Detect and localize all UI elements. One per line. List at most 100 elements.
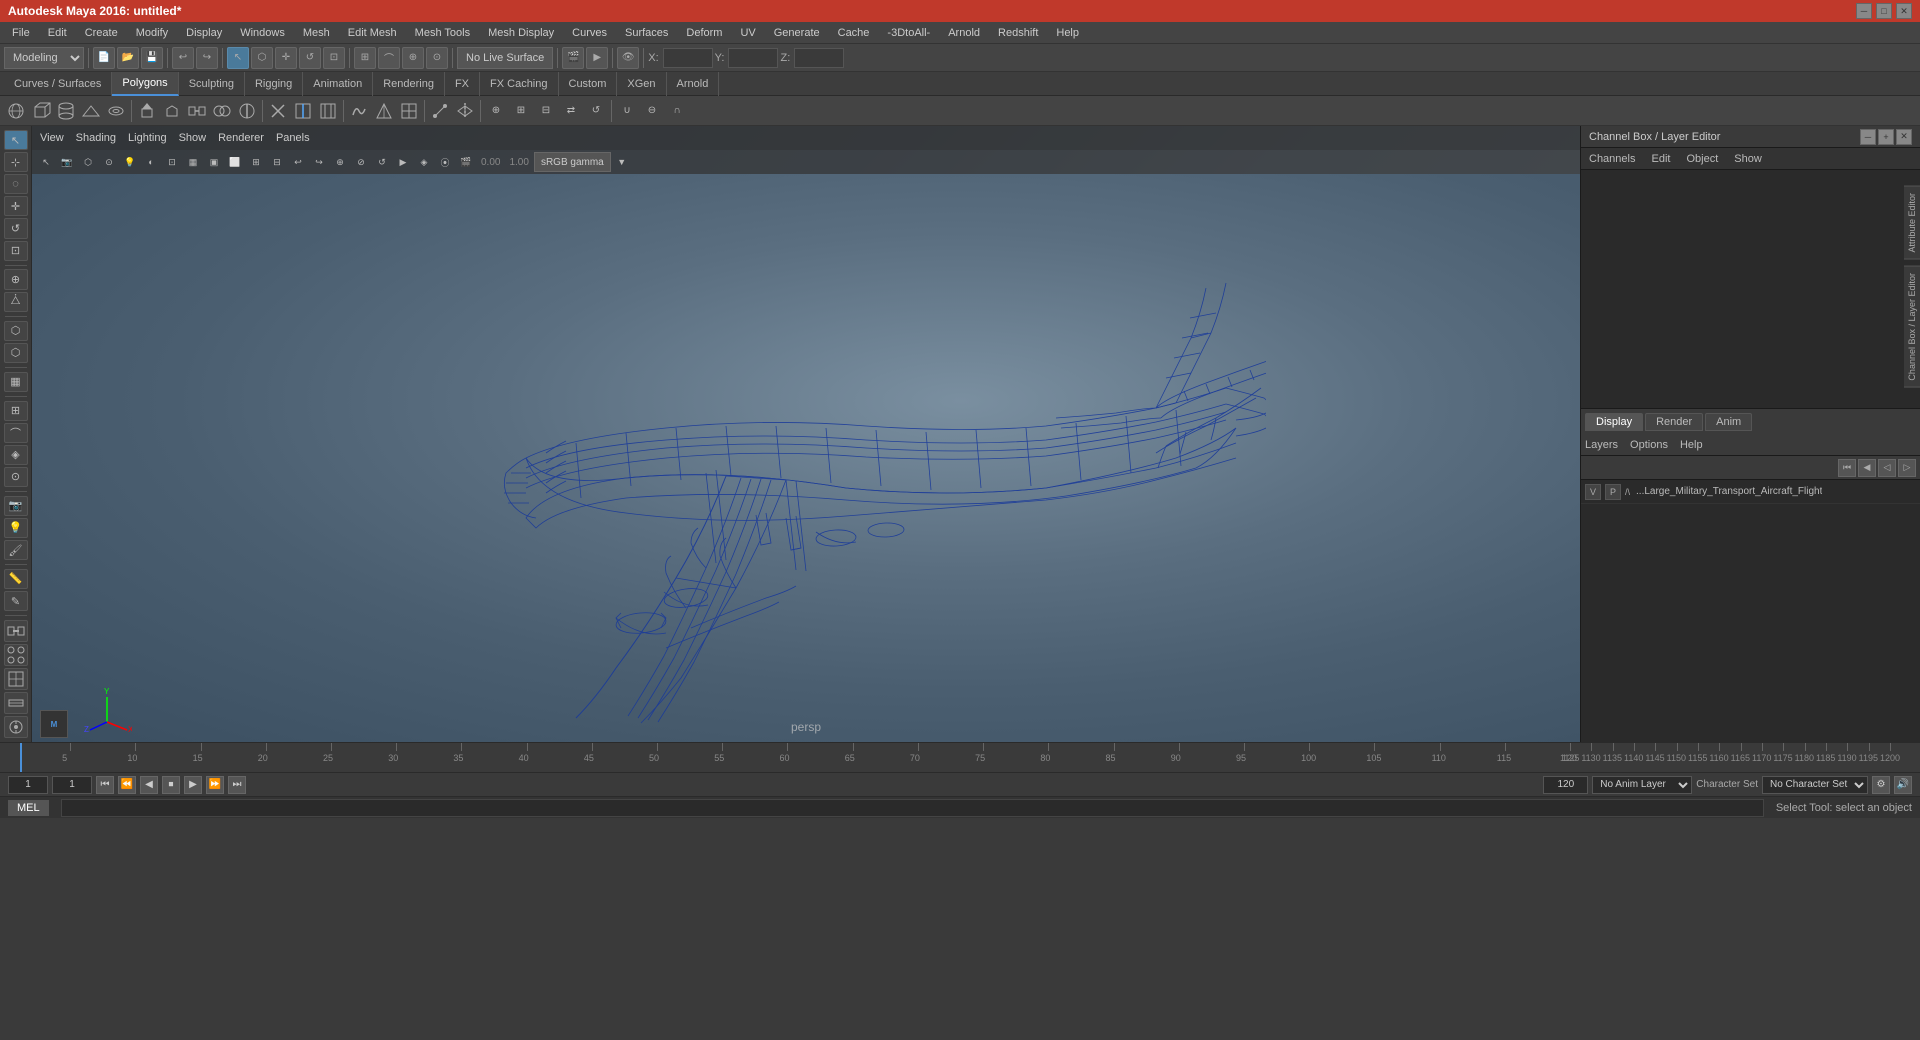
extrude-button[interactable] [135,99,159,123]
tab-fx-caching[interactable]: FX Caching [480,72,558,96]
poly-cube-button[interactable] [29,99,53,123]
layers-menu-options[interactable]: Options [1630,439,1668,451]
tab-rigging[interactable]: Rigging [245,72,303,96]
reverse-button[interactable]: ↺ [584,99,608,123]
vp-camera-btn[interactable]: 📷 [57,152,77,172]
render-button[interactable]: 🎬 [562,47,584,69]
tab-curves-surfaces[interactable]: Curves / Surfaces [4,72,112,96]
panel-close-btn[interactable]: ✕ [1896,129,1912,145]
vp-perspective-btn[interactable]: ⬡ [78,152,98,172]
rotate-tool-button[interactable]: ↺ [299,47,321,69]
viewport-menu-shading[interactable]: Shading [76,132,116,144]
icon-group1-button[interactable] [4,620,28,642]
redo-button[interactable]: ↪ [196,47,218,69]
viewport-menu-view[interactable]: View [40,132,64,144]
tab-fx[interactable]: FX [445,72,480,96]
vertex-connect-button[interactable] [428,99,452,123]
layer-skip-start-btn[interactable]: ⏮ [1838,459,1856,477]
show-manip-button[interactable]: ⊕ [4,269,28,289]
last-tool-button[interactable]: ⧊ [4,292,28,312]
settings-btn[interactable]: ⚙ [1872,776,1890,794]
vp-render-btn[interactable]: 🎬 [456,152,476,172]
vp-light1-btn[interactable]: 💡 [120,152,140,172]
save-scene-button[interactable]: 💾 [141,47,163,69]
lasso-select-button[interactable]: ⬡ [251,47,273,69]
new-scene-button[interactable]: 📄 [93,47,115,69]
snap-to-curve-button[interactable]: ⌒ [4,423,28,443]
ch-tab-channels[interactable]: Channels [1585,151,1639,167]
skip-to-end-btn[interactable]: ⏭ [228,776,246,794]
step-back-btn[interactable]: ⏪ [118,776,136,794]
menu-uv[interactable]: UV [732,25,763,41]
ch-tab-edit[interactable]: Edit [1647,151,1674,167]
menu-redshift[interactable]: Redshift [990,25,1046,41]
layer-prev-btn[interactable]: ◀ [1858,459,1876,477]
poly-sphere-button[interactable] [4,99,28,123]
ch-tab-show[interactable]: Show [1730,151,1766,167]
menu-create[interactable]: Create [77,25,126,41]
scale-tool-button[interactable]: ⊡ [323,47,345,69]
vp-mode-btn[interactable]: ⊘ [351,152,371,172]
play-back-btn[interactable]: ◀ [140,776,158,794]
audio-btn[interactable]: 🔊 [1894,776,1912,794]
menu-3dtall[interactable]: -3DtoAll- [879,25,938,41]
anim-tab[interactable]: Anim [1705,413,1752,431]
mel-tab[interactable]: MEL [8,800,49,816]
menu-help[interactable]: Help [1048,25,1087,41]
x-coord-input[interactable] [663,48,713,68]
vp-hud-btn[interactable]: ⊟ [267,152,287,172]
display-tab[interactable]: Display [1585,413,1643,431]
bool-union-button[interactable]: ∪ [615,99,639,123]
attribute-editor-tab[interactable]: Attribute Editor [1904,186,1920,260]
menu-mesh-tools[interactable]: Mesh Tools [407,25,478,41]
icon-group4-button[interactable] [4,692,28,714]
bool-inter-button[interactable]: ∩ [665,99,689,123]
scale-button[interactable]: ⊡ [4,241,28,261]
paint-effects-button[interactable]: 🖌 [4,540,28,560]
menu-deform[interactable]: Deform [678,25,730,41]
menu-curves[interactable]: Curves [564,25,615,41]
open-scene-button[interactable]: 📂 [117,47,139,69]
workspace-dropdown[interactable]: Modeling [4,47,84,69]
vp-bookmark-btn[interactable]: ⊕ [330,152,350,172]
offset-loop-button[interactable] [316,99,340,123]
menu-mesh-display[interactable]: Mesh Display [480,25,562,41]
tab-arnold[interactable]: Arnold [667,72,720,96]
move-button[interactable]: ✛ [4,196,28,216]
vp-shading2-btn[interactable]: ▣ [204,152,224,172]
smooth-button[interactable] [347,99,371,123]
snap-to-view-button[interactable]: ⊙ [4,467,28,487]
menu-edit-mesh[interactable]: Edit Mesh [340,25,405,41]
viewport-3d[interactable]: View Shading Lighting Show Renderer Pane… [32,126,1580,742]
poly-torus-button[interactable] [104,99,128,123]
panel-expand-btn[interactable]: + [1878,129,1894,145]
close-button[interactable]: ✕ [1896,3,1912,19]
layer-playback-btn[interactable]: P [1605,484,1621,500]
flip-button[interactable]: ⇄ [559,99,583,123]
tab-animation[interactable]: Animation [303,72,373,96]
layer-step-fwd-btn[interactable]: ▷ [1898,459,1916,477]
quads-button[interactable] [397,99,421,123]
layer-step-back-btn[interactable]: ◁ [1878,459,1896,477]
combine-button[interactable] [210,99,234,123]
vp-cycle-btn[interactable]: ↩ [288,152,308,172]
insert-loop-button[interactable] [291,99,315,123]
gamma-dropdown-btn[interactable]: ▼ [612,152,632,172]
soft-select-button[interactable]: ⬡ [4,321,28,341]
menu-surfaces[interactable]: Surfaces [617,25,676,41]
timeline-bar[interactable]: 5101520253035404550556065707580859095100… [0,742,1920,772]
menu-windows[interactable]: Windows [232,25,293,41]
maximize-button[interactable]: □ [1876,3,1892,19]
ipr-render-button[interactable]: ▶ [586,47,608,69]
poly-cylinder-button[interactable] [54,99,78,123]
snap-to-grid-button[interactable]: ⊞ [4,401,28,421]
no-live-surface-display[interactable]: No Live Surface [457,47,553,69]
menu-display[interactable]: Display [178,25,230,41]
bevel-button[interactable] [160,99,184,123]
vp-attr-btn[interactable]: ⊙ [99,152,119,172]
y-coord-input[interactable] [728,48,778,68]
vp-shading1-btn[interactable]: ▦ [183,152,203,172]
icon-group3-button[interactable] [4,668,28,690]
stop-btn[interactable]: ⏹ [162,776,180,794]
channel-box-layer-tab[interactable]: Channel Box / Layer Editor [1904,266,1920,388]
